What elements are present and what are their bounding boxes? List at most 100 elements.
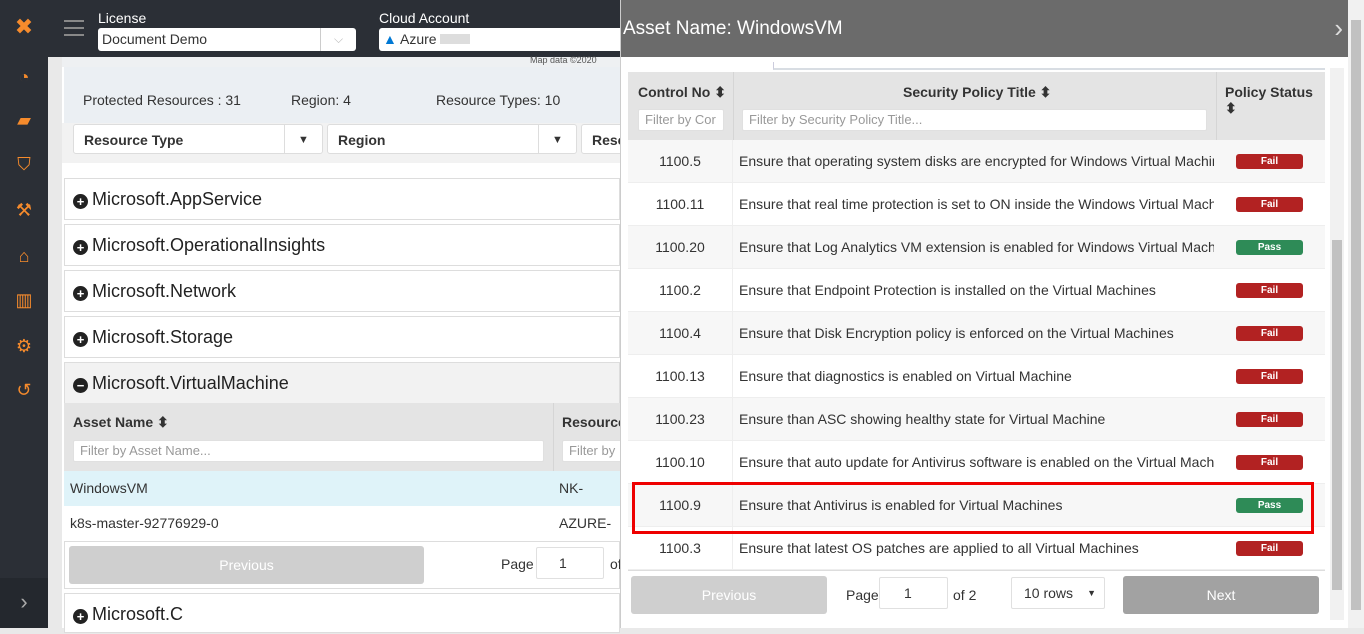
license-select[interactable]: Document Demo ⌵ [98, 28, 356, 51]
license-label: License [98, 10, 147, 26]
group-name: Microsoft.C [92, 604, 184, 624]
policy-pagination: Previous Page 1 of 2 10 rows ▼ Next [628, 570, 1325, 622]
bar-chart-icon[interactable]: ▥ [0, 290, 48, 311]
policy-row[interactable]: 1100.13 Ensure that diagnostics is enable… [628, 355, 1325, 398]
group-name: Microsoft.Network [92, 281, 237, 301]
plus-icon: + [73, 240, 88, 255]
page-input[interactable]: 1 [536, 547, 604, 579]
logo-icon[interactable]: ✖ [8, 14, 40, 42]
status-badge: Fail [1236, 283, 1303, 298]
plus-icon: + [73, 609, 88, 624]
briefcase-icon[interactable]: ▰ [0, 110, 48, 131]
previous-button[interactable]: Previous [69, 546, 424, 584]
main-content: Map data ©2020 Protected Resources : 31 … [62, 55, 641, 633]
resource-types-stat: Resource Types: 10 [436, 92, 561, 108]
policy-row[interactable]: 1100.3 Ensure that latest OS patches are … [628, 527, 1325, 570]
table-row[interactable]: WindowsVMNK-VIRTU [64, 471, 620, 531]
cloud-account-label: Cloud Account [379, 10, 470, 26]
control-no-filter[interactable]: Filter by Cor [638, 109, 724, 131]
resource-filter-input[interactable]: Filter by [562, 440, 622, 462]
control-no: 1100.3 [628, 527, 733, 570]
group-virtualmachine[interactable]: − Microsoft.VirtualMachine [64, 362, 620, 404]
control-no: 1100.2 [628, 269, 733, 312]
history-icon[interactable]: ↺ [0, 380, 48, 401]
gear-icon[interactable]: ⚙ [0, 336, 48, 357]
policy-title: Ensure that latest OS patches are applie… [739, 540, 1139, 556]
tab-strip [773, 62, 1325, 70]
policy-title: Ensure that diagnostics is enabled on Vi… [739, 368, 1072, 384]
asset-name-filter[interactable]: Filter by Asset Name... [73, 440, 544, 462]
shield-icon[interactable]: ⛉ [0, 154, 48, 175]
status-badge: Fail [1236, 455, 1303, 470]
status-badge: Pass [1236, 498, 1303, 513]
resource-column[interactable]: Resource [562, 414, 626, 430]
filters-bar: Resource Type ▼ Region ▼ Reso [62, 123, 641, 163]
assets-table-header: Asset Name ⬍ Resource Filter by Asset Na… [64, 403, 626, 471]
control-no: 1100.13 [628, 355, 733, 398]
sidebar: ✖ ◔ ▰ ⛉ ⚒ ⌂ ▥ ⚙ ↺ › [0, 0, 48, 628]
page-label: Page [501, 556, 534, 572]
asset-name-column[interactable]: Asset Name ⬍ [73, 414, 169, 431]
map-credit: Map data ©2020 [530, 55, 597, 65]
control-no: 1100.20 [628, 226, 733, 269]
policy-row[interactable]: 1100.4 Ensure that Disk Encryption policy… [628, 312, 1325, 355]
policy-row[interactable]: 1100.10 Ensure that auto update for Antiv… [628, 441, 1325, 484]
bank-icon[interactable]: ⌂ [0, 246, 48, 267]
policy-title-column[interactable]: Security Policy Title ⬍ [903, 84, 1051, 101]
policy-title: Ensure that Log Analytics VM extension i… [739, 239, 1214, 255]
policy-status-column[interactable]: Policy Status ⬍ [1225, 84, 1325, 117]
policy-row[interactable]: 1100.9 Ensure that Antivirus is enabled f… [628, 484, 1325, 527]
filter-label: Resource Type [84, 132, 184, 148]
region-filter[interactable]: Region ▼ [327, 124, 577, 154]
minus-icon: − [73, 378, 88, 393]
policy-title-filter[interactable]: Filter by Security Policy Title... [742, 109, 1207, 131]
caret-down-icon: ▼ [538, 125, 576, 153]
control-no: 1100.5 [628, 140, 733, 183]
hammer-icon[interactable]: ⚒ [0, 200, 48, 221]
status-badge: Fail [1236, 541, 1303, 556]
policy-row[interactable]: 1100.23 Ensure than ASC showing healthy s… [628, 398, 1325, 441]
cloud-account-select[interactable]: ▲ Azure [379, 28, 629, 51]
control-no: 1100.9 [628, 484, 733, 527]
group-network[interactable]: + Microsoft.Network [64, 270, 620, 312]
panel-scrollbar[interactable] [1330, 68, 1344, 620]
group-name: Microsoft.AppService [92, 189, 263, 209]
policy-title: Ensure that Antivirus is enabled for Vir… [739, 497, 1063, 513]
expand-sidebar-button[interactable]: › [0, 578, 48, 628]
caret-down-icon: ▼ [1087, 588, 1096, 598]
table-row[interactable]: k8s-master-92776929-0AZURE-KU [64, 506, 620, 566]
asset-name: k8s-master-92776929-0 [70, 515, 219, 531]
menu-icon[interactable] [64, 20, 84, 36]
topbar: License Document Demo ⌵ Cloud Account ▲ A… [48, 0, 629, 57]
page-scrollbar[interactable] [1348, 0, 1364, 628]
group-appservice[interactable]: + Microsoft.AppService [64, 178, 620, 220]
group-next[interactable]: + Microsoft.C [64, 593, 620, 633]
status-badge: Fail [1236, 197, 1303, 212]
status-badge: Fail [1236, 326, 1303, 341]
policy-row[interactable]: 1100.20 Ensure that Log Analytics VM exte… [628, 226, 1325, 269]
group-name: Microsoft.OperationalInsights [92, 235, 326, 255]
group-operationalinsights[interactable]: + Microsoft.OperationalInsights [64, 224, 620, 266]
next-button[interactable]: Next [1123, 576, 1319, 614]
rows-per-page-select[interactable]: 10 rows ▼ [1011, 577, 1105, 609]
policy-row[interactable]: 1100.5 Ensure that operating system disks… [628, 140, 1325, 183]
close-panel-chevron-icon[interactable]: › [1334, 0, 1343, 57]
control-no: 1100.4 [628, 312, 733, 355]
assets-pagination: Previous Page 1 of [64, 541, 622, 589]
resource-type-filter[interactable]: Resource Type ▼ [73, 124, 323, 154]
control-no-column[interactable]: Control No ⬍ [638, 84, 726, 101]
policy-row[interactable]: 1100.2 Ensure that Endpoint Protection is… [628, 269, 1325, 312]
policy-row[interactable]: 1100.11 Ensure that real time protection … [628, 183, 1325, 226]
chevron-down-icon: ⌵ [320, 28, 356, 51]
policy-title: Ensure that real time protection is set … [739, 196, 1214, 212]
group-name: Microsoft.Storage [92, 327, 234, 347]
status-badge: Pass [1236, 240, 1303, 255]
group-storage[interactable]: + Microsoft.Storage [64, 316, 620, 358]
protected-resources-stat: Protected Resources : 31 [83, 92, 241, 108]
status-badge: Fail [1236, 412, 1303, 427]
page-input[interactable]: 1 [879, 577, 948, 609]
control-no: 1100.23 [628, 398, 733, 441]
panel-header: Asset Name: WindowsVM › [621, 0, 1349, 57]
dashboard-gauge-icon[interactable]: ◔ [0, 67, 48, 88]
previous-button[interactable]: Previous [631, 576, 827, 614]
